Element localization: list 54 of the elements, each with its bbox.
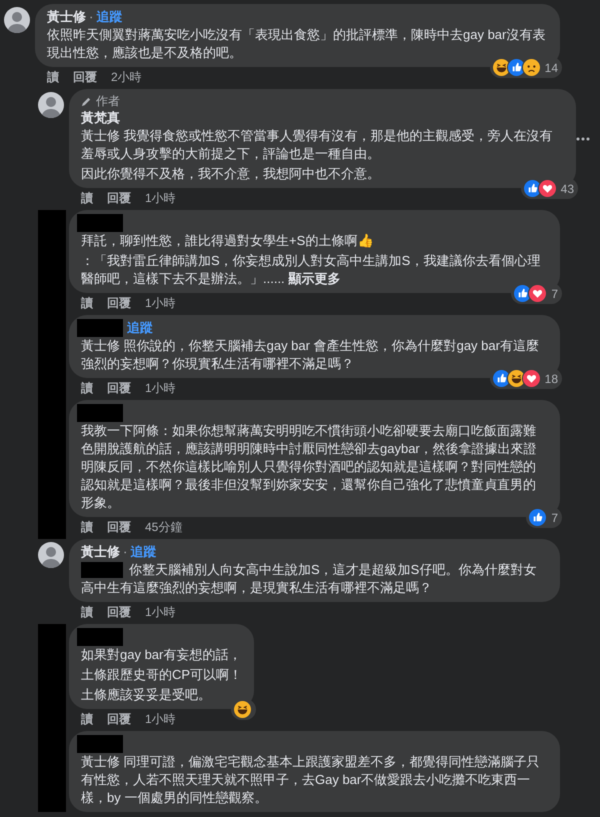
reaction-count: 7 <box>551 286 558 302</box>
action-link[interactable]: 回覆 <box>73 70 97 84</box>
action-link[interactable]: 讀 <box>81 712 93 726</box>
action-link[interactable]: 回覆 <box>107 520 131 534</box>
reaction-summary[interactable]: 18 <box>490 368 562 389</box>
timestamp[interactable]: 1小時 <box>145 191 176 205</box>
comment-text: 如果對gay bar有妄想的話， <box>81 646 242 664</box>
comment-text: 黃士修 我覺得食慾或性慾不管當事人覺得有沒有，那是他的主觀感受，旁人在沒有羞辱或人身攻擊的大前提之下，評論也是一種自由。 <box>81 127 554 163</box>
action-link[interactable]: 讀 <box>81 605 93 619</box>
timestamp[interactable]: 1小時 <box>145 381 176 395</box>
timestamp[interactable]: 1小時 <box>145 712 176 726</box>
action-link[interactable]: 讀 <box>81 191 93 205</box>
action-link[interactable]: 讀 <box>81 381 93 395</box>
action-link[interactable]: 讀 <box>81 520 93 534</box>
reaction-count: 7 <box>551 510 558 526</box>
reaction-summary[interactable]: 7 <box>526 507 562 528</box>
comment-text: 土條跟歷史哥的CP可以啊！ <box>81 666 242 684</box>
action-link[interactable]: 讀 <box>47 70 59 84</box>
separator-dot: · <box>89 8 94 26</box>
separator-dot: · <box>123 543 128 561</box>
action-link[interactable]: 回覆 <box>107 191 131 205</box>
author-name[interactable]: 黃梵真 <box>81 109 120 127</box>
reaction-count: 14 <box>544 60 558 76</box>
comment-text: 土條應該妥妥是受吧。 <box>81 686 212 704</box>
timestamp[interactable]: 1小時 <box>145 296 176 310</box>
action-link[interactable]: 回覆 <box>107 381 131 395</box>
follow-link[interactable]: 追蹤 <box>127 319 153 337</box>
reaction-summary[interactable]: 14 <box>490 57 562 78</box>
avatar[interactable] <box>38 92 64 118</box>
see-more-link[interactable]: 顯示更多 <box>288 271 340 286</box>
action-link[interactable]: 讀 <box>81 296 93 310</box>
reaction-count: 43 <box>560 180 574 198</box>
reaction-count: 18 <box>544 370 558 388</box>
author-label: 作者 <box>96 93 120 109</box>
comment-text: 黃士修 同理可證，偏激宅宅觀念基本上跟護家盟差不多，都覺得同性戀滿腦子只有性慾，人若不照天理天就不照甲子，去Gay bar不做愛跟去小吃攤不吃東西一樣，by 一個處男的同性戀觀察。 <box>81 753 541 807</box>
action-link[interactable]: 回覆 <box>107 296 131 310</box>
follow-link[interactable]: 追蹤 <box>130 543 156 561</box>
action-link[interactable]: 回覆 <box>107 712 131 726</box>
comment-text: 你整天腦補別人向女高中生說加S，這才是超級加S仔吧。你為什麼對女高中生有這麼強烈的妄想啊，是現實私生活有哪裡不滿足嗎？ <box>81 561 538 597</box>
pencil-icon <box>81 96 92 106</box>
author-name[interactable]: 黃士修 <box>47 8 86 26</box>
timestamp[interactable]: 2小時 <box>111 70 142 84</box>
avatar[interactable] <box>4 7 30 33</box>
avatar[interactable] <box>38 542 64 568</box>
reaction-summary[interactable]: 43 <box>520 178 578 199</box>
comment-text: 因此你覺得不及格，我不介意，我想阿中也不介意。 <box>81 165 381 183</box>
comment-text: 拜託，聊到性慾，誰比得過對女學生+S的土條啊👍 <box>81 232 374 250</box>
action-link[interactable]: 回覆 <box>107 605 131 619</box>
reaction-summary[interactable] <box>231 699 256 720</box>
timestamp[interactable]: 45分鐘 <box>145 520 182 534</box>
follow-link[interactable]: 追蹤 <box>96 8 122 26</box>
author-name[interactable]: 黃士修 <box>81 543 120 561</box>
reaction-summary[interactable]: 7 <box>511 283 562 304</box>
timestamp[interactable]: 1小時 <box>145 605 176 619</box>
